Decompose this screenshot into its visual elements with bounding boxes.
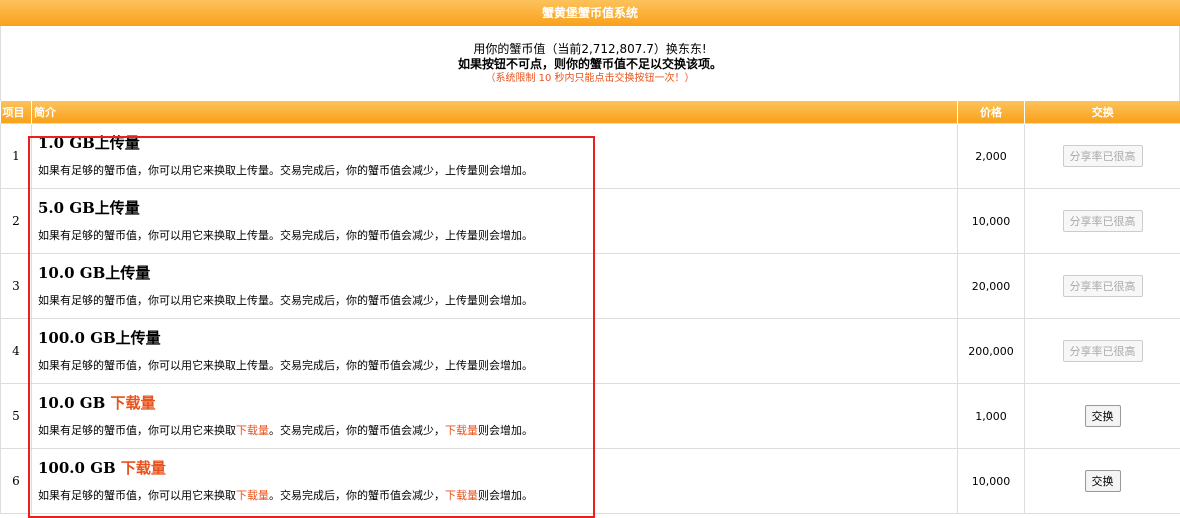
page-title-bar: 蟹黄堡蟹币值系统 [0,0,1180,26]
exchange-button[interactable]: 交换 [1084,470,1121,492]
item-title: 5.0 GB上传量 [38,199,140,217]
table-row: 5 10.0 GB 下载量 如果有足够的蟹币值，你可以用它来换取下载量。交易完成… [0,383,1180,449]
item-description: 如果有足够的蟹币值，你可以用它来换取下载量。交易完成后，你的蟹币值会减少，下载量… [38,424,533,437]
rate-limit-notice: （系统限制 10 秒内只能点击交换按钮一次！） [485,73,695,84]
page-title: 蟹黄堡蟹币值系统 [541,6,638,20]
table-row: 3 10.0 GB上传量 如果有足够的蟹币值，你可以用它来换取上传量。交易完成后… [0,253,1180,319]
row-index: 3 [0,253,32,319]
row-description: 100.0 GB 下载量 如果有足够的蟹币值，你可以用它来换取下载量。交易完成后… [31,448,958,514]
row-index: 6 [0,448,32,514]
column-header-action: 交换 [1024,101,1180,124]
row-index: 5 [0,383,32,449]
row-price: 2,000 [957,123,1025,189]
exchange-button[interactable]: 分享率已很高 [1062,210,1143,232]
item-title: 10.0 GB上传量 [38,264,151,282]
exchange-button[interactable]: 交换 [1084,405,1121,427]
row-description: 10.0 GB上传量 如果有足够的蟹币值，你可以用它来换取上传量。交易完成后，你… [31,253,958,319]
row-description: 1.0 GB上传量 如果有足够的蟹币值，你可以用它来换取上传量。交易完成后，你的… [31,123,958,189]
row-price: 1,000 [957,383,1025,449]
row-index: 1 [0,123,32,189]
item-description: 如果有足够的蟹币值，你可以用它来换取上传量。交易完成后，你的蟹币值会减少，上传量… [38,359,533,372]
column-header-price: 价格 [957,101,1025,124]
row-description: 5.0 GB上传量 如果有足够的蟹币值，你可以用它来换取上传量。交易完成后，你的… [31,188,958,254]
info-panel: 用你的蟹币值（当前2,712,807.7）换东东! 如果按钮不可点，则你的蟹币值… [0,26,1180,101]
button-disabled-notice: 如果按钮不可点，则你的蟹币值不足以交换该项。 [457,57,722,71]
item-title: 1.0 GB上传量 [38,134,140,152]
row-index: 2 [0,188,32,254]
item-title: 100.0 GB 下载量 [38,459,166,477]
item-title: 100.0 GB上传量 [38,329,161,347]
current-balance-text: 用你的蟹币值（当前2,712,807.7）换东东! [473,42,707,56]
exchange-table: 项目 简介 价格 交换 1 1.0 GB上传量 如果有足够的蟹币值，你可以用它来… [0,101,1180,514]
table-header-row: 项目 简介 价格 交换 [0,101,1180,124]
column-header-desc: 简介 [31,101,958,124]
exchange-button[interactable]: 分享率已很高 [1062,275,1143,297]
item-description: 如果有足够的蟹币值，你可以用它来换取上传量。交易完成后，你的蟹币值会减少，上传量… [38,229,533,242]
column-header-index: 项目 [0,101,32,124]
row-index: 4 [0,318,32,384]
item-description: 如果有足够的蟹币值，你可以用它来换取上传量。交易完成后，你的蟹币值会减少，上传量… [38,164,533,177]
table-row: 2 5.0 GB上传量 如果有足够的蟹币值，你可以用它来换取上传量。交易完成后，… [0,188,1180,254]
row-description: 100.0 GB上传量 如果有足够的蟹币值，你可以用它来换取上传量。交易完成后，… [31,318,958,384]
exchange-button[interactable]: 分享率已很高 [1062,340,1143,362]
exchange-button[interactable]: 分享率已很高 [1062,145,1143,167]
item-description: 如果有足够的蟹币值，你可以用它来换取上传量。交易完成后，你的蟹币值会减少，上传量… [38,294,533,307]
row-price: 10,000 [957,188,1025,254]
item-description: 如果有足够的蟹币值，你可以用它来换取下载量。交易完成后，你的蟹币值会减少，下载量… [38,489,533,502]
row-price: 200,000 [957,318,1025,384]
row-price: 20,000 [957,253,1025,319]
table-row: 1 1.0 GB上传量 如果有足够的蟹币值，你可以用它来换取上传量。交易完成后，… [0,123,1180,189]
row-price: 10,000 [957,448,1025,514]
row-description: 10.0 GB 下载量 如果有足够的蟹币值，你可以用它来换取下载量。交易完成后，… [31,383,958,449]
table-row: 4 100.0 GB上传量 如果有足够的蟹币值，你可以用它来换取上传量。交易完成… [0,318,1180,384]
table-row: 6 100.0 GB 下载量 如果有足够的蟹币值，你可以用它来换取下载量。交易完… [0,448,1180,514]
item-title: 10.0 GB 下载量 [38,394,156,412]
